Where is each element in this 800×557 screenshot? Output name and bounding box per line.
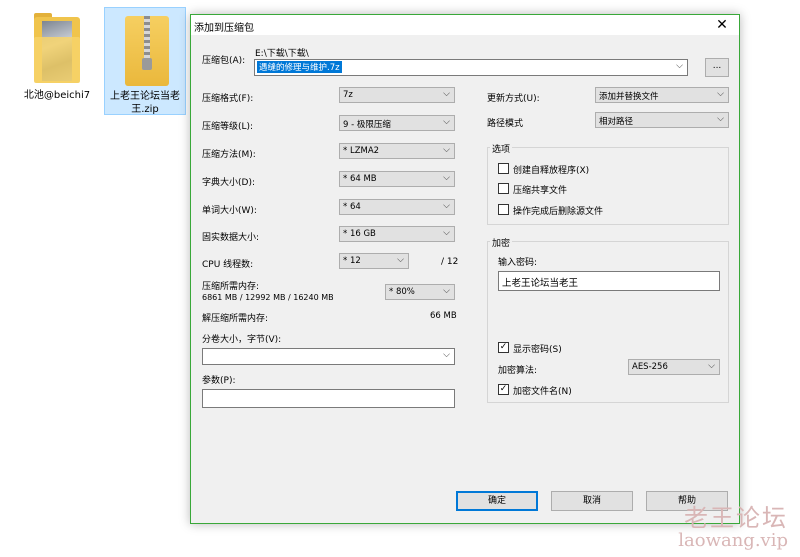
encryption-group: 加密 输入密码: 上老王论坛当老王 ✓ 显示密码(S) 加密算法: AES-25… — [487, 236, 729, 403]
mem-comp-label: 压缩所需内存: — [202, 282, 260, 292]
encrypt-names-checkbox[interactable]: ✓ — [498, 384, 509, 395]
encryption-method-select[interactable]: AES-256 ⌵ — [628, 359, 720, 375]
options-group-title: 选项 — [490, 142, 513, 155]
cpu-label: CPU 线程数: — [202, 260, 254, 270]
dict-label: 字典大小(D): — [202, 178, 255, 188]
level-select[interactable]: 9 - 极限压缩 ⌵ — [339, 115, 455, 131]
chevron-down-icon: ⌵ — [443, 350, 450, 360]
mem-comp-detail: 6861 MB / 12992 MB / 16240 MB — [202, 293, 334, 302]
solid-label: 固实数据大小: — [202, 233, 260, 243]
options-group: 选项 创建自释放程序(X) 压缩共享文件 操作完成后删除源文件 — [487, 142, 729, 225]
chevron-down-icon: ⌵ — [443, 89, 450, 99]
path-mode-select[interactable]: 相对路径 ⌵ — [595, 112, 729, 128]
shared-files-checkbox[interactable] — [498, 183, 509, 194]
ok-button[interactable]: 确定 — [456, 491, 538, 511]
desktop-icon-folder-beichi[interactable]: 北池@beichi7 — [16, 7, 98, 115]
show-password-checkbox[interactable]: ✓ — [498, 342, 509, 353]
delete-after-checkbox[interactable] — [498, 204, 509, 215]
params-label: 参数(P): — [202, 376, 236, 386]
level-label: 压缩等级(L): — [202, 122, 254, 132]
chevron-down-icon: ⌵ — [443, 145, 450, 155]
dialog-title: 添加到压缩包 — [194, 23, 254, 34]
close-icon[interactable]: ✕ — [713, 16, 731, 34]
chevron-down-icon: ⌵ — [708, 361, 715, 371]
mem-decomp-label: 解压缩所需内存: — [202, 314, 269, 324]
word-label: 单词大小(W): — [202, 206, 257, 216]
path-mode-label: 路径模式 — [487, 119, 524, 129]
update-mode-select[interactable]: 添加并替换文件 ⌵ — [595, 87, 729, 103]
desktop-icon-label: 北池@beichi7 — [23, 90, 91, 101]
method-select[interactable]: * LZMA2 ⌵ — [339, 143, 455, 159]
delete-after-label: 操作完成后删除源文件 — [513, 207, 604, 217]
dict-select[interactable]: * 64 MB ⌵ — [339, 171, 455, 187]
chevron-down-icon: ⌵ — [717, 89, 724, 99]
archive-name-combo[interactable]: 遇缝的修理与维护.7z ⌵ — [254, 59, 688, 76]
split-size-combo[interactable]: ⌵ — [202, 348, 455, 365]
format-label: 压缩格式(F): — [202, 94, 254, 104]
update-mode-label: 更新方式(U): — [487, 94, 540, 104]
password-label: 输入密码: — [498, 258, 538, 268]
word-select[interactable]: * 64 ⌵ — [339, 199, 455, 215]
chevron-down-icon: ⌵ — [397, 255, 404, 265]
params-input[interactable] — [202, 389, 455, 408]
chevron-down-icon: ⌵ — [676, 61, 683, 71]
archive-label: 压缩包(A): — [202, 56, 246, 66]
cancel-button[interactable]: 取消 — [551, 491, 633, 511]
chevron-down-icon: ⌵ — [443, 286, 450, 296]
dialog-titlebar: 添加到压缩包 ✕ — [191, 15, 739, 35]
mem-usage-select[interactable]: * 80% ⌵ — [385, 284, 455, 300]
format-select[interactable]: 7z ⌵ — [339, 87, 455, 103]
watermark-url: laowang.vip — [678, 530, 788, 551]
add-to-archive-dialog: 添加到压缩包 ✕ 压缩包(A): E:\下载\下载\ 遇缝的修理与维护.7z ⌵… — [190, 14, 740, 524]
watermark-text: 老王论坛 — [684, 504, 788, 532]
sfx-checkbox[interactable] — [498, 163, 509, 174]
show-password-label: 显示密码(S) — [513, 345, 562, 355]
chevron-down-icon: ⌵ — [443, 117, 450, 127]
encryption-method-label: 加密算法: — [498, 366, 538, 376]
shared-files-label: 压缩共享文件 — [513, 186, 568, 196]
desktop-icon-label: 上老王论坛当老 王.zip — [110, 91, 180, 115]
split-label: 分卷大小，字节(V): — [202, 335, 282, 345]
encrypt-names-label: 加密文件名(N) — [513, 387, 572, 397]
password-input[interactable]: 上老王论坛当老王 — [498, 271, 720, 291]
password-value: 上老王论坛当老王 — [502, 278, 579, 289]
chevron-down-icon: ⌵ — [443, 173, 450, 183]
sfx-label: 创建自释放程序(X) — [513, 166, 590, 176]
browse-button[interactable]: ... — [705, 58, 729, 77]
archive-name-selected: 遇缝的修理与维护.7z — [257, 61, 342, 73]
cpu-max-threads: / 12 — [441, 257, 459, 267]
encryption-group-title: 加密 — [490, 236, 513, 249]
cpu-threads-select[interactable]: * 12 ⌵ — [339, 253, 409, 269]
chevron-down-icon: ⌵ — [717, 114, 724, 124]
desktop-icon-zip-file[interactable]: 上老王论坛当老 王.zip — [104, 7, 186, 115]
chevron-down-icon: ⌵ — [443, 228, 450, 238]
archive-folder-path: E:\下载\下载\ — [255, 49, 309, 59]
chevron-down-icon: ⌵ — [443, 201, 450, 211]
solid-select[interactable]: * 16 GB ⌵ — [339, 226, 455, 242]
method-label: 压缩方法(M): — [202, 150, 256, 160]
mem-decomp-value: 66 MB — [430, 311, 457, 321]
